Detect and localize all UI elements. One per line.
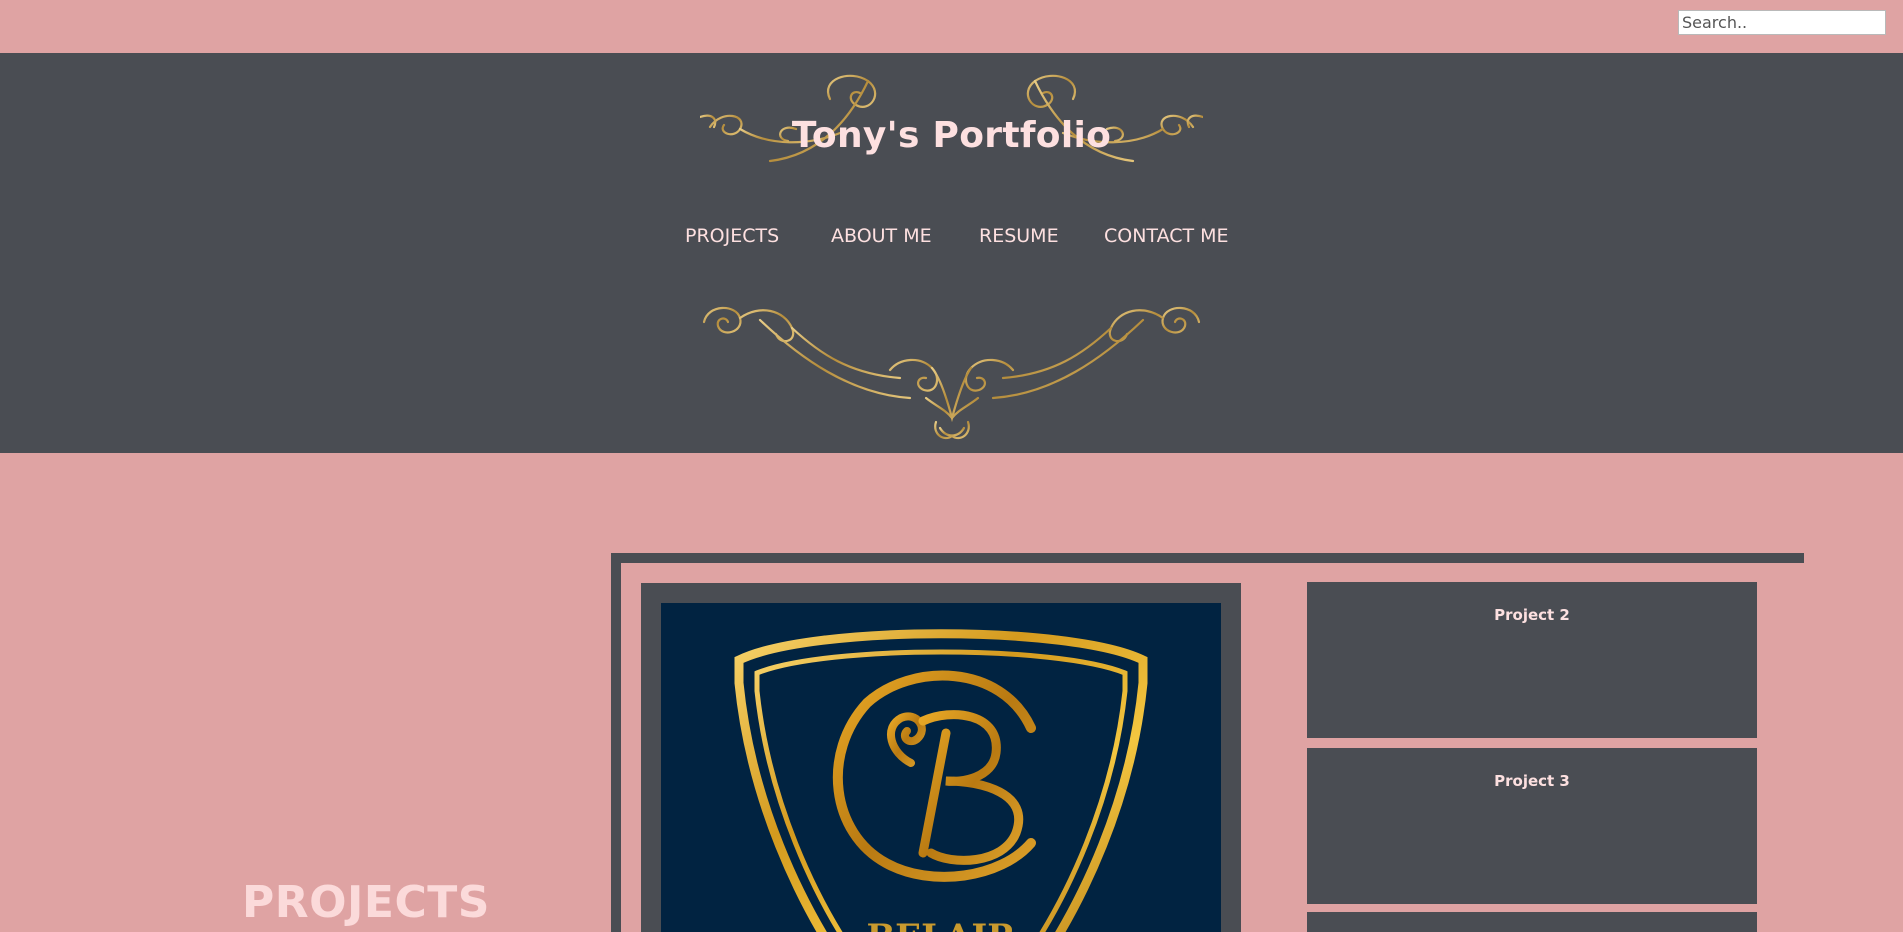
- project-title: Project 2: [1494, 606, 1570, 624]
- nav-contact-link[interactable]: CONTACT ME: [1104, 225, 1229, 247]
- main-nav: PROJECTS ABOUT ME RESUME CONTACT ME: [0, 225, 1903, 255]
- nav-about-link[interactable]: ABOUT ME: [831, 225, 932, 247]
- nav-projects-link[interactable]: PROJECTS: [685, 225, 779, 247]
- top-bar: [0, 0, 1903, 53]
- project-card[interactable]: Project 2: [1307, 582, 1757, 738]
- featured-project-image[interactable]: BELAIR: [661, 603, 1221, 932]
- gold-shield-b-logo-icon: BELAIR: [734, 629, 1148, 932]
- search-input[interactable]: [1678, 10, 1886, 35]
- project-title: Project 3: [1494, 772, 1570, 790]
- site-title: Tony's Portfolio: [791, 115, 1112, 156]
- nav-resume-link[interactable]: RESUME: [979, 225, 1059, 247]
- featured-project-card[interactable]: BELAIR: [641, 583, 1241, 932]
- project-card[interactable]: [1307, 912, 1757, 932]
- flourish-bottom-icon: [702, 306, 1201, 440]
- project-card[interactable]: Project 3: [1307, 748, 1757, 904]
- site-header: Tony's Portfolio PROJECTS ABOUT ME RESUM…: [0, 53, 1903, 453]
- projects-heading: PROJECTS: [242, 877, 490, 928]
- logo-text: BELAIR: [866, 917, 1016, 932]
